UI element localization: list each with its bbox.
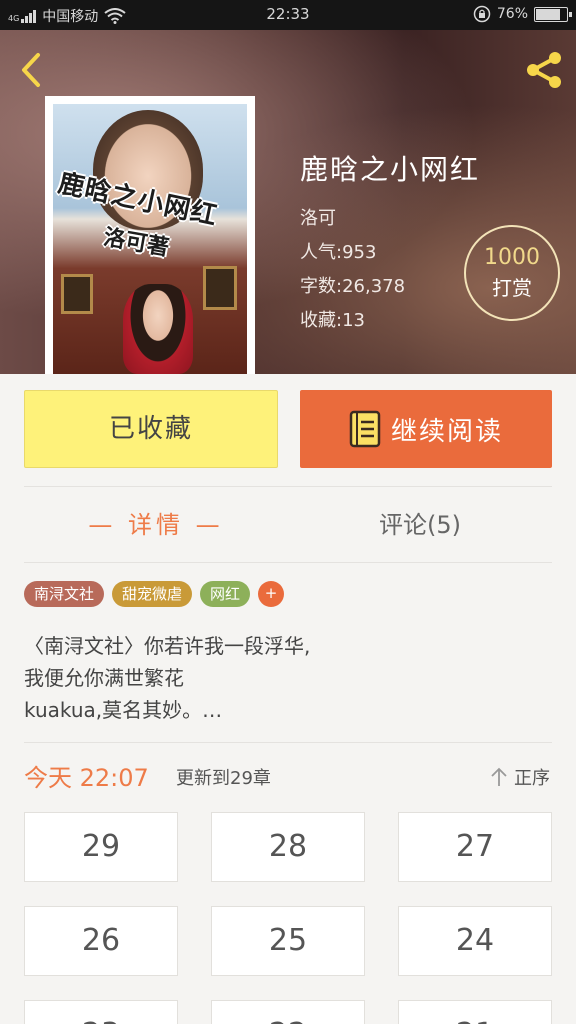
update-chapter: 更新到29章 [176,768,271,789]
divider [24,486,552,487]
tab-detail[interactable]: — 详情 — [24,505,288,545]
cover-picture-frame [61,274,93,314]
book-author: 洛可 [300,208,336,229]
favorited-button[interactable]: 已收藏 [24,390,278,468]
chapter-cell[interactable]: 29 [24,812,178,882]
book-cover: 鹿晗之小网红 洛可著 [45,96,255,374]
tag-chip[interactable]: 南浔文社 [24,581,105,607]
chapter-cell[interactable]: 22 [211,1000,365,1024]
chapter-cell[interactable]: 28 [211,812,365,882]
book-info: 鹿晗之小网红 洛可 人气:953 字数:26,378 收藏:13 [300,148,480,338]
update-time: 今天 22:07 [24,764,149,792]
reward-label: 打赏 [492,276,532,300]
synopsis-line: 我便允你满世繁花 [24,666,184,690]
tag-list: 南浔文社 甜宠微虐 网红 + [24,581,285,607]
arrow-up-icon [491,767,507,786]
synopsis-line: 〈南浔文社〉你若许我一段浮华, [24,634,311,658]
continue-reading-button[interactable]: 继续阅读 [300,390,552,468]
chapter-cell[interactable]: 27 [398,812,552,882]
continue-reading-label: 继续阅读 [390,416,503,447]
chapter-cell[interactable]: 26 [24,906,178,976]
book-icon [349,410,381,448]
book-synopsis[interactable]: 〈南浔文社〉你若许我一段浮华, 我便允你满世繁花 kuakua,莫名其妙。… [24,630,552,726]
sort-order-label: 正序 [514,768,550,789]
book-popularity: 人气:953 [300,242,377,263]
tag-chip[interactable]: 网红 [200,581,251,607]
update-info: 今天 22:07 更新到29章 正序 [24,758,552,794]
synopsis-line: kuakua,莫名其妙。… [24,698,223,722]
sort-order-button[interactable]: 正序 [490,764,550,790]
cover-art: 鹿晗之小网红 洛可著 [53,104,247,374]
book-header: 鹿晗之小网红 洛可著 鹿晗之小网红 洛可 人气:953 字数:26,378 收藏… [0,30,576,374]
divider [24,742,552,743]
battery-icon [534,6,572,22]
rotation-lock-icon [473,5,491,23]
book-title: 鹿晗之小网红 [300,153,481,186]
add-tag-button[interactable]: + [258,581,285,607]
book-favorites: 收藏:13 [300,310,365,331]
cover-figure [123,284,193,374]
share-button[interactable] [522,50,566,90]
battery-percent: 76% [496,6,528,22]
reward-amount: 1000 [484,245,540,270]
tab-comments[interactable]: 评论(5) [288,505,552,545]
status-right: 76% [473,5,572,23]
chapter-cell[interactable]: 21 [398,1000,552,1024]
status-bar: 4G 中国移动 22:33 76% [0,0,576,30]
book-word-count: 字数:26,378 [300,276,406,297]
reward-button[interactable]: 1000 打赏 [464,225,560,321]
chapter-cell[interactable]: 23 [24,1000,178,1024]
chapter-cell[interactable]: 24 [398,906,552,976]
battery-fill [536,8,561,20]
back-button[interactable] [14,50,50,90]
chapter-cell[interactable]: 25 [211,906,365,976]
tag-chip[interactable]: 甜宠微虐 [112,581,193,607]
divider [24,562,552,563]
